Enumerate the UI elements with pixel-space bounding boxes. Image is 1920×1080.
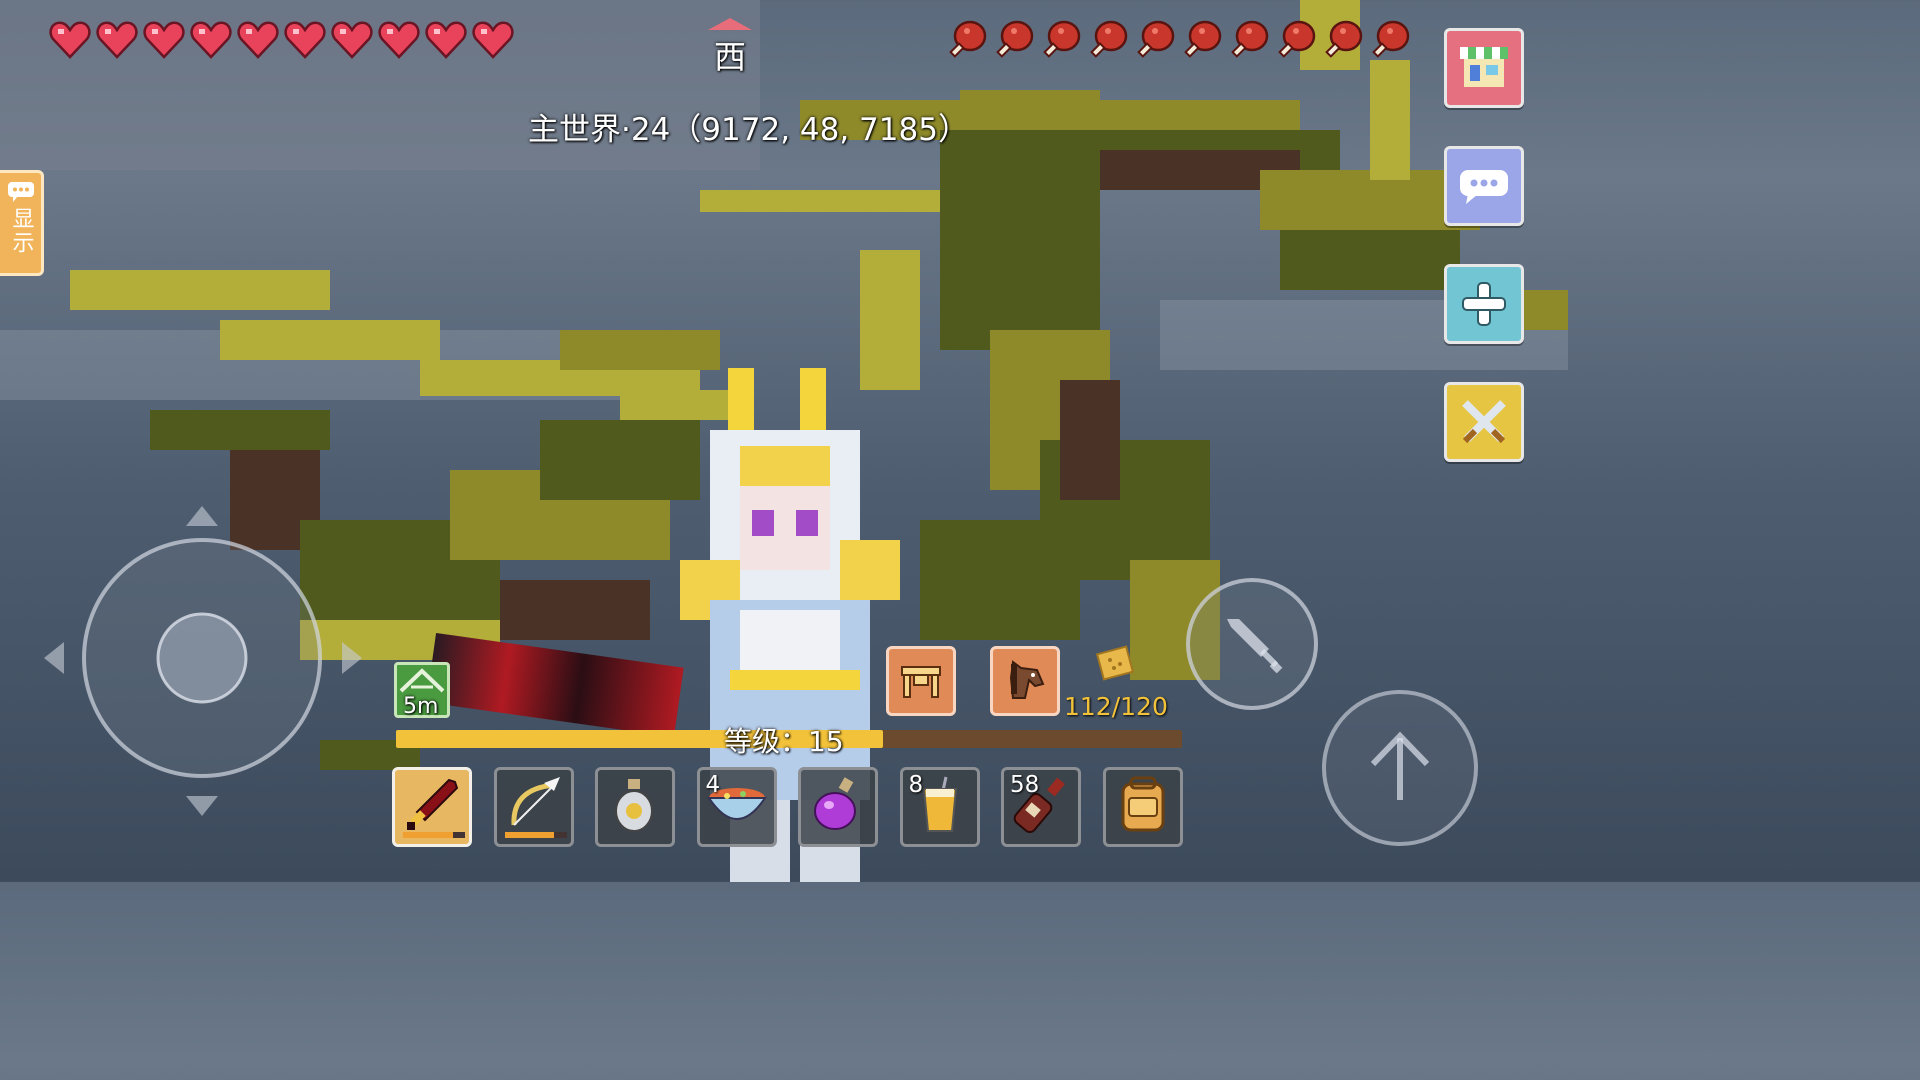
health-bar — [48, 18, 515, 62]
horse-icon — [1009, 660, 1045, 699]
arrow-up-icon — [1370, 731, 1430, 800]
drumstick-icon — [1320, 18, 1364, 62]
heart-icon — [283, 18, 327, 62]
item-count: 58 — [1010, 772, 1040, 798]
sword-icon — [403, 776, 461, 838]
location-coordinates: 主世界·24（9172, 48, 7185） — [528, 112, 969, 148]
attack-button[interactable] — [1186, 578, 1318, 710]
chat-bubble-icon — [7, 182, 34, 202]
drumstick-icon — [1367, 18, 1411, 62]
hotbar-slot-stew-bowl[interactable]: 4 — [696, 767, 777, 847]
chat-icon — [1460, 170, 1508, 204]
potion-icon — [811, 775, 865, 839]
crafting-table-icon — [901, 666, 941, 698]
durability-bar — [504, 832, 567, 838]
hotbar-slot-juice-drink[interactable]: 8 — [899, 767, 980, 847]
plus-icon — [1462, 282, 1506, 326]
bottle-icon — [610, 775, 660, 839]
heart-icon — [330, 18, 374, 62]
jump-button[interactable] — [1322, 690, 1478, 846]
heart-icon — [377, 18, 421, 62]
item-count: 4 — [705, 772, 721, 798]
food-meter: 112/120 — [1064, 644, 1174, 724]
item-count: 8 — [908, 772, 924, 798]
movement-joystick[interactable] — [40, 500, 370, 820]
backpack-icon — [1113, 774, 1173, 840]
durability-bar — [403, 832, 465, 838]
level-bar: 等级：15 — [396, 725, 1182, 758]
drumstick-icon — [1226, 18, 1270, 62]
compass: 西 — [700, 18, 760, 78]
heart-icon — [95, 18, 139, 62]
level-label: 等级：15 — [724, 725, 844, 758]
heart-icon — [236, 18, 280, 62]
compass-pointer-icon — [708, 18, 752, 30]
heart-icon — [189, 18, 233, 62]
drumstick-icon — [991, 18, 1035, 62]
heart-icon — [471, 18, 515, 62]
drumstick-icon — [1179, 18, 1223, 62]
hotbar-slot-wine-bottle[interactable]: 58 — [1001, 767, 1081, 847]
drumstick-icon — [1038, 18, 1082, 62]
hang-glider-button[interactable]: 5m — [394, 662, 450, 719]
heart-icon — [48, 18, 92, 62]
drumstick-icon — [1273, 18, 1317, 62]
drumstick-icon — [1132, 18, 1176, 62]
horse-button[interactable] — [990, 646, 1060, 716]
hotbar-slot-backpack[interactable] — [1102, 767, 1183, 847]
hotbar-slot-winged-bow[interactable] — [493, 767, 574, 847]
sword-icon — [1227, 619, 1283, 674]
heart-icon — [424, 18, 468, 62]
show-toggle-tab[interactable]: 显示 — [0, 170, 44, 276]
food-value: 112/120 — [1064, 692, 1168, 721]
held-red-sword — [426, 632, 684, 738]
hunger-bar — [944, 18, 1411, 62]
glider-distance: 5m — [403, 694, 439, 719]
joystick-icon — [44, 506, 362, 816]
hotbar-slot-potion-bottle[interactable] — [595, 767, 675, 847]
crafting-table-button[interactable] — [886, 646, 956, 716]
chat-button[interactable] — [1444, 146, 1524, 226]
crossed-swords-icon — [1462, 400, 1506, 444]
pvp-button[interactable] — [1444, 382, 1524, 462]
shop-icon — [1460, 47, 1508, 87]
hotbar-slot-red-sword[interactable] — [392, 767, 472, 847]
compass-direction: 西 — [713, 38, 746, 76]
drumstick-icon — [1085, 18, 1129, 62]
cup-icon — [918, 775, 962, 839]
hotbar-slot-purple-potion[interactable] — [798, 767, 878, 847]
biscuit-icon — [1095, 645, 1135, 681]
shop-button[interactable] — [1444, 28, 1524, 108]
show-toggle-label: 显示 — [8, 207, 34, 255]
drumstick-icon — [944, 18, 988, 62]
heart-icon — [142, 18, 186, 62]
add-button[interactable] — [1444, 264, 1524, 344]
bow-icon — [504, 775, 564, 839]
